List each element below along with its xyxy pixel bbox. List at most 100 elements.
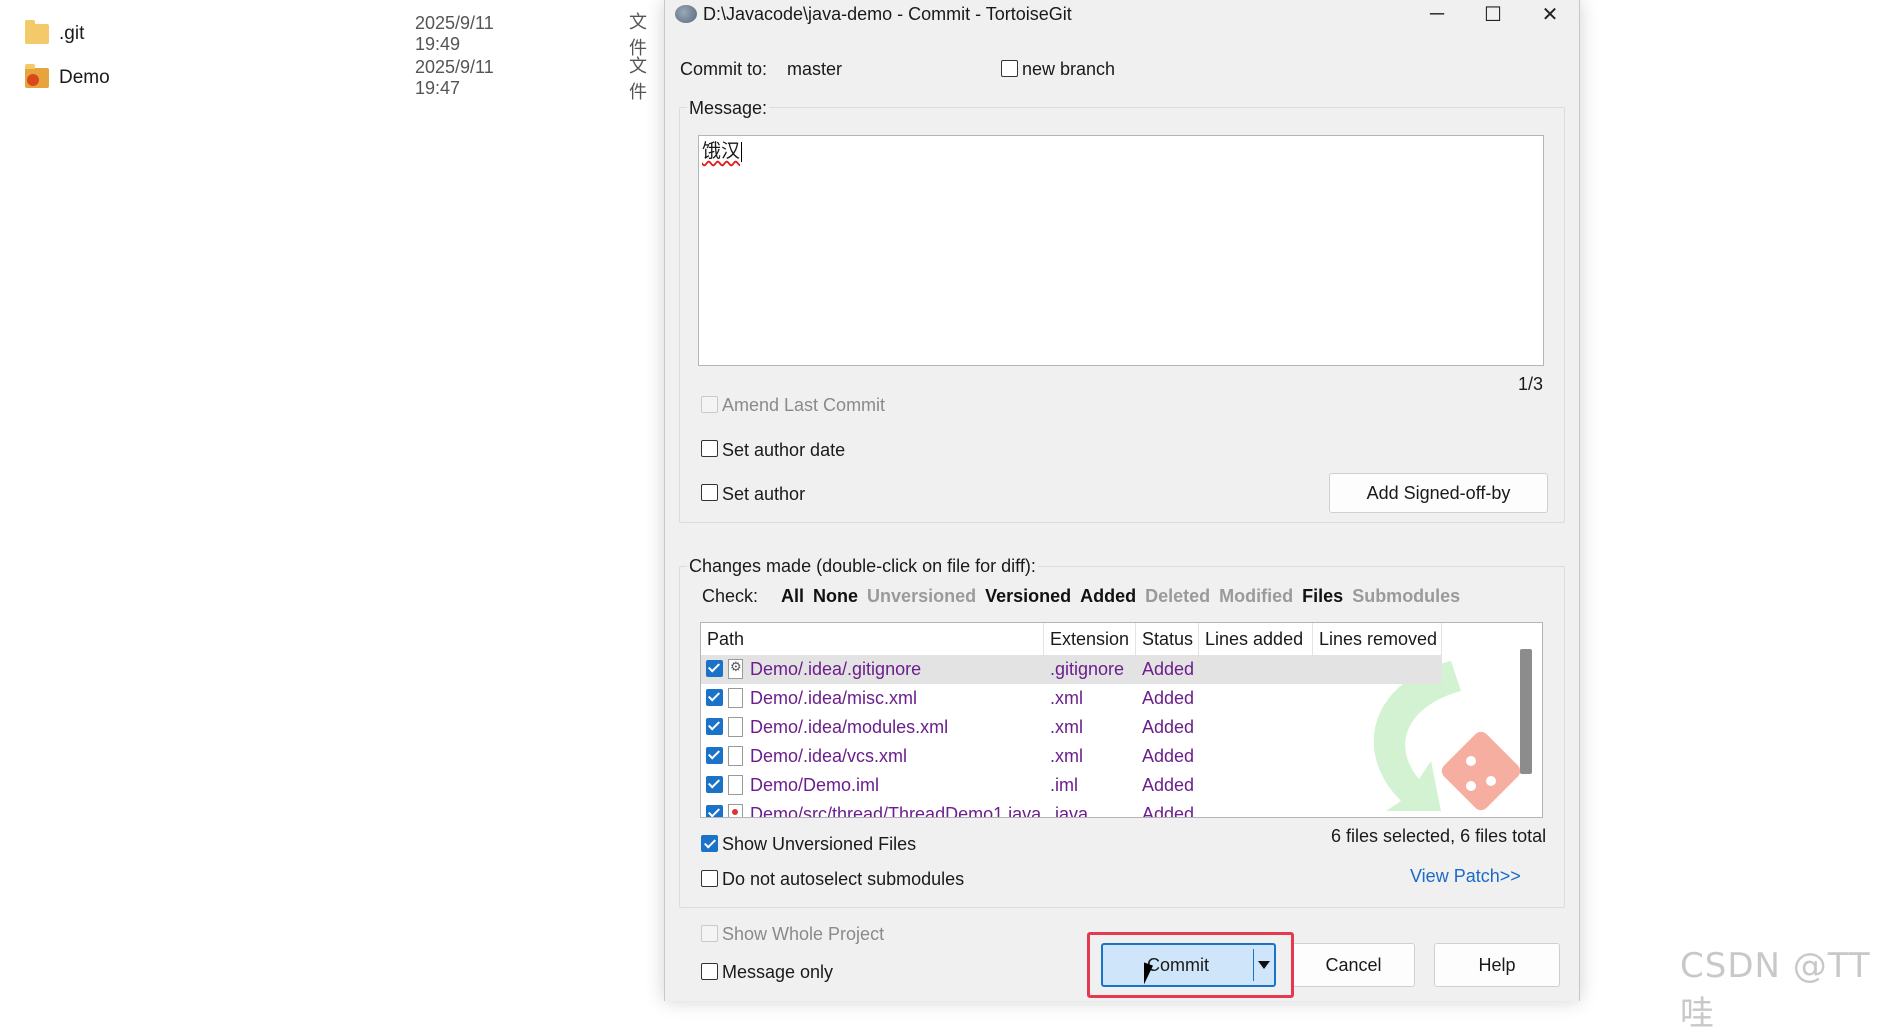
- filter-unversioned[interactable]: Unversioned: [867, 586, 976, 607]
- file-checkbox[interactable]: [706, 747, 723, 764]
- file-status: Added: [1142, 688, 1195, 708]
- check-label: Check:: [702, 586, 759, 606]
- files-summary: 6 files selected, 6 files total: [1331, 826, 1547, 846]
- file-row[interactable]: Demo/.idea/vcs.xml .xml Added: [701, 742, 1442, 771]
- filter-submodules[interactable]: Submodules: [1352, 586, 1460, 607]
- file-extension: .iml: [1050, 775, 1078, 795]
- add-signed-off-button[interactable]: Add Signed-off-by: [1329, 473, 1548, 513]
- changes-label: Changes made (double-click on file for d…: [687, 556, 1038, 577]
- message-only-checkbox[interactable]: [701, 963, 718, 980]
- amend-checkbox[interactable]: [701, 396, 718, 413]
- show-whole-project-checkbox[interactable]: [701, 925, 718, 942]
- file-path: Demo/Demo.iml: [750, 775, 880, 795]
- file-path: Demo/.idea/modules.xml: [750, 717, 949, 737]
- java-file-icon: [728, 804, 743, 817]
- new-branch-checkbox[interactable]: [1001, 60, 1018, 77]
- check-filter-bar: Check: All None Unversioned Versioned Ad…: [702, 586, 1460, 607]
- column-status[interactable]: Status: [1136, 623, 1199, 655]
- file-row[interactable]: Demo/.idea/.gitignore .gitignore Added: [701, 655, 1442, 684]
- explorer-item-date: 2025/9/11 19:49: [415, 13, 494, 54]
- explorer-item-type: 文件: [629, 56, 647, 102]
- explorer-row-demo[interactable]: Demo 2025/9/11 19:47 文件: [25, 56, 647, 102]
- message-text: 饿汉: [702, 141, 741, 162]
- folder-icon: [25, 20, 49, 44]
- filter-deleted[interactable]: Deleted: [1145, 586, 1210, 607]
- cancel-button[interactable]: Cancel: [1292, 943, 1415, 987]
- amend-label: Amend Last Commit: [722, 395, 886, 415]
- commit-to-label: Commit to:: [680, 59, 768, 79]
- message-input[interactable]: 饿汉: [698, 135, 1544, 366]
- filter-added[interactable]: Added: [1080, 586, 1136, 607]
- file-extension: .xml: [1050, 688, 1083, 708]
- file-icon: [728, 717, 743, 737]
- maximize-button[interactable]: ☐: [1465, 0, 1521, 28]
- file-checkbox[interactable]: [706, 805, 723, 817]
- no-autoselect-checkbox[interactable]: [701, 870, 718, 887]
- filter-all[interactable]: All: [781, 586, 804, 607]
- help-button[interactable]: Help: [1434, 943, 1560, 987]
- explorer-item-name: .git: [59, 23, 85, 44]
- column-lines-removed[interactable]: Lines removed: [1313, 623, 1442, 655]
- filter-versioned[interactable]: Versioned: [985, 586, 1071, 607]
- file-extension: .gitignore: [1050, 659, 1125, 679]
- file-row[interactable]: Demo/Demo.iml .iml Added: [701, 771, 1442, 800]
- filter-files[interactable]: Files: [1302, 586, 1343, 607]
- set-author-date-checkbox[interactable]: [701, 440, 718, 457]
- file-status: Added: [1142, 775, 1195, 795]
- file-list[interactable]: Path Extension Status Lines added Lines …: [700, 622, 1543, 818]
- file-checkbox[interactable]: [706, 776, 723, 793]
- tortoisegit-icon: [675, 5, 697, 23]
- file-checkbox[interactable]: [706, 689, 723, 706]
- file-extension: .java: [1050, 804, 1089, 818]
- set-author-label: Set author: [722, 484, 806, 504]
- file-status: Added: [1142, 659, 1195, 679]
- new-branch-label: new branch: [1022, 59, 1116, 79]
- file-checkbox[interactable]: [706, 660, 723, 677]
- dropdown-arrow-icon[interactable]: [1258, 961, 1270, 969]
- commit-split-divider: [1253, 949, 1254, 981]
- file-status: Added: [1142, 717, 1195, 737]
- set-author-date-label: Set author date: [722, 440, 846, 460]
- commit-button-label: Commit: [1147, 955, 1209, 975]
- file-checkbox[interactable]: [706, 718, 723, 735]
- message-counter: 1/3: [1518, 374, 1544, 394]
- show-unversioned-label: Show Unversioned Files: [722, 834, 917, 854]
- file-list-scrollbar[interactable]: [1520, 649, 1532, 774]
- column-path[interactable]: Path: [701, 623, 1044, 655]
- minimize-button[interactable]: ─: [1409, 0, 1465, 28]
- git-folder-icon: [25, 64, 49, 88]
- file-extension: .xml: [1050, 746, 1083, 766]
- file-path: Demo/src/thread/ThreadDemo1.java: [750, 804, 1042, 818]
- file-icon: [728, 746, 743, 766]
- file-row[interactable]: Demo/src/thread/ThreadDemo1.java .java A…: [701, 800, 1442, 818]
- explorer-item-name: Demo: [59, 67, 110, 88]
- file-path: Demo/.idea/vcs.xml: [750, 746, 908, 766]
- column-extension[interactable]: Extension: [1044, 623, 1136, 655]
- explorer-item-date: 2025/9/11 19:47: [415, 57, 494, 98]
- file-row[interactable]: Demo/.idea/modules.xml .xml Added: [701, 713, 1442, 742]
- set-author-checkbox[interactable]: [701, 484, 718, 501]
- show-whole-project-label: Show Whole Project: [722, 924, 885, 944]
- file-row[interactable]: Demo/.idea/misc.xml .xml Added: [701, 684, 1442, 713]
- explorer-row-git[interactable]: .git 2025/9/11 19:49 文件: [25, 12, 647, 58]
- file-icon: [728, 688, 743, 708]
- filter-none[interactable]: None: [813, 586, 858, 607]
- column-lines-added[interactable]: Lines added: [1199, 623, 1313, 655]
- file-icon: [728, 775, 743, 795]
- message-label: Message:: [687, 98, 770, 119]
- commit-button[interactable]: Commit: [1101, 943, 1276, 987]
- file-status: Added: [1142, 746, 1195, 766]
- branch-name: master: [787, 59, 843, 79]
- commit-dialog: D:\Javacode\java-demo - Commit - Tortois…: [664, 0, 1580, 1001]
- view-patch-link[interactable]: View Patch>>: [1410, 866, 1521, 887]
- file-path: Demo/.idea/misc.xml: [750, 688, 918, 708]
- show-unversioned-checkbox[interactable]: [701, 835, 718, 852]
- close-button[interactable]: ✕: [1522, 0, 1578, 28]
- text-caret: [741, 141, 743, 162]
- filter-modified[interactable]: Modified: [1219, 586, 1293, 607]
- no-autoselect-label: Do not autoselect submodules: [722, 869, 965, 889]
- file-status: Added: [1142, 804, 1195, 818]
- settings-file-icon: [728, 659, 743, 679]
- message-only-label: Message only: [722, 962, 834, 982]
- mouse-cursor-icon: [1144, 962, 1153, 988]
